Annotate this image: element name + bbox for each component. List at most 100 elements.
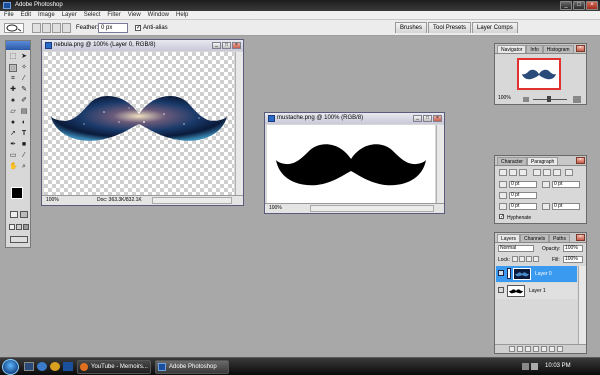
marquee-tool-icon[interactable]: ⬚ [9, 53, 17, 61]
clock[interactable]: 10:03 PM [545, 363, 571, 369]
tab-brushes[interactable]: Brushes [395, 22, 428, 33]
navigator-zoom[interactable]: 100% [498, 95, 511, 101]
move-tool-icon[interactable]: ➤ [20, 53, 28, 61]
notes-tool-icon[interactable]: ▭ [9, 152, 17, 160]
path-selection-tool-icon[interactable]: ➚ [9, 130, 17, 138]
link-layers-icon[interactable] [509, 346, 515, 352]
ie-quicklaunch-icon[interactable] [37, 362, 47, 371]
antialias-checkbox[interactable]: ✓ [135, 25, 141, 31]
nebula-canvas[interactable] [44, 52, 234, 195]
close-button[interactable]: × [232, 42, 241, 49]
mustache-vertical-scrollbar[interactable] [436, 125, 444, 204]
maximize-button[interactable]: □ [573, 1, 585, 10]
minimize-button[interactable]: _ [560, 1, 572, 10]
mustache-canvas[interactable] [267, 125, 435, 204]
tab-channels[interactable]: Channels [520, 234, 550, 242]
lock-image-button[interactable] [519, 256, 525, 262]
eyedropper-tool-icon[interactable]: ⁄ [20, 152, 28, 160]
nebula-horizontal-scrollbar[interactable] [152, 197, 232, 204]
menu-file[interactable]: File [4, 12, 14, 18]
subtract-selection-button[interactable] [52, 23, 61, 33]
intersect-selection-button[interactable] [62, 23, 71, 33]
screen-mode-3-button[interactable] [23, 224, 29, 230]
screen-mode-2-button[interactable] [16, 224, 22, 230]
media-quicklaunch-icon[interactable] [50, 362, 60, 371]
layer-row-layer-1[interactable]: Layer 1 [496, 283, 577, 299]
lock-all-icon[interactable] [533, 256, 539, 262]
toolbox-header[interactable] [6, 41, 30, 50]
clone-stamp-tool-icon[interactable]: ♠ [9, 97, 17, 105]
screen-mode-1-button[interactable] [9, 224, 15, 230]
shape-tool-icon[interactable]: ■ [20, 141, 28, 149]
zoom-tool-icon[interactable]: ⌕ [20, 163, 28, 171]
menu-help[interactable]: Help [176, 12, 188, 18]
healing-brush-tool-icon[interactable]: ✚ [9, 86, 17, 94]
layer-1-name[interactable]: Layer 1 [529, 288, 546, 294]
crop-tool-icon[interactable]: ⌗ [9, 75, 17, 83]
fill-input[interactable]: 100% [563, 256, 583, 263]
add-selection-button[interactable] [42, 23, 51, 33]
photoshop-quicklaunch-icon[interactable] [63, 362, 73, 371]
space-after-input[interactable]: 0 pt [552, 203, 580, 210]
layer-row-layer-0[interactable]: Layer 0 [496, 266, 577, 282]
hyphenate-checkbox[interactable]: ✓ [499, 214, 504, 220]
trash-icon[interactable] [557, 346, 563, 352]
nebula-title-bar[interactable]: nebula.png @ 100% (Layer 0, RGB/8) _ □ × [42, 40, 243, 51]
blend-mode-select[interactable]: Normal [498, 245, 534, 252]
hand-tool-icon[interactable]: ✋ [9, 163, 18, 171]
task-youtube[interactable]: YouTube - Memoirs... [77, 360, 151, 374]
tool-preset-picker[interactable] [4, 23, 24, 33]
pen-tool-icon[interactable]: ✒ [9, 141, 17, 149]
mustache-zoom-level[interactable]: 100% [269, 204, 282, 213]
network-tray-icon[interactable] [522, 363, 529, 370]
eye-icon[interactable] [498, 270, 504, 276]
mustache-horizontal-scrollbar[interactable] [310, 205, 434, 212]
menu-view[interactable]: View [128, 12, 141, 18]
tab-paragraph[interactable]: Paragraph [526, 157, 559, 165]
align-right-button[interactable] [519, 169, 527, 176]
menu-image[interactable]: Image [38, 12, 55, 18]
nebula-vertical-scrollbar[interactable] [235, 52, 243, 195]
tab-tool-presets[interactable]: Tool Presets [428, 22, 472, 33]
mustache-document-window[interactable]: mustache.png @ 100% (RGB/8) _ □ × 100% [264, 112, 445, 214]
tab-layer-comps[interactable]: Layer Comps [472, 22, 518, 33]
history-brush-tool-icon[interactable]: ✐ [20, 97, 28, 105]
quick-mask-button[interactable] [20, 211, 28, 218]
start-button[interactable] [2, 359, 19, 375]
jump-to-imageready-button[interactable] [10, 236, 28, 243]
magic-wand-tool-icon[interactable]: ✧ [20, 64, 28, 72]
minimize-button[interactable]: _ [413, 115, 422, 122]
new-selection-button[interactable] [32, 23, 41, 33]
eraser-tool-icon[interactable]: ▱ [9, 108, 17, 116]
justify-all-button[interactable] [565, 169, 573, 176]
close-button[interactable]: × [586, 1, 598, 10]
tab-navigator[interactable]: Navigator [497, 45, 527, 53]
maximize-button[interactable]: □ [222, 42, 231, 49]
dodge-tool-icon[interactable]: ◐ [20, 119, 28, 127]
zoom-in-icon[interactable] [573, 96, 581, 103]
justify-center-button[interactable] [543, 169, 551, 176]
minimize-button[interactable]: _ [212, 42, 221, 49]
nebula-zoom-level[interactable]: 100% [46, 196, 59, 205]
lock-transparency-button[interactable] [512, 256, 518, 262]
tab-info[interactable]: Info [526, 45, 543, 53]
nebula-document-window[interactable]: nebula.png @ 100% (Layer 0, RGB/8) _ □ × [41, 39, 244, 206]
tab-histogram[interactable]: Histogram [542, 45, 574, 53]
close-button[interactable]: × [433, 115, 442, 122]
blur-tool-icon[interactable]: ● [9, 119, 17, 127]
tab-layers[interactable]: Layers [497, 234, 521, 242]
eye-icon[interactable] [498, 287, 504, 293]
maximize-button[interactable]: □ [423, 115, 432, 122]
layer-mask-icon[interactable] [525, 346, 531, 352]
volume-tray-icon[interactable] [531, 363, 538, 370]
menu-edit[interactable]: Edit [21, 12, 31, 18]
adjustment-layer-icon[interactable] [533, 346, 539, 352]
gradient-tool-icon[interactable]: ▤ [20, 108, 28, 116]
menu-window[interactable]: Window [148, 12, 169, 18]
menu-layer[interactable]: Layer [62, 12, 77, 18]
tab-character[interactable]: Character [497, 157, 527, 165]
tab-paths[interactable]: Paths [549, 234, 570, 242]
layer-style-icon[interactable] [517, 346, 523, 352]
lock-position-button[interactable] [526, 256, 532, 262]
layer-0-name[interactable]: Layer 0 [535, 271, 552, 277]
